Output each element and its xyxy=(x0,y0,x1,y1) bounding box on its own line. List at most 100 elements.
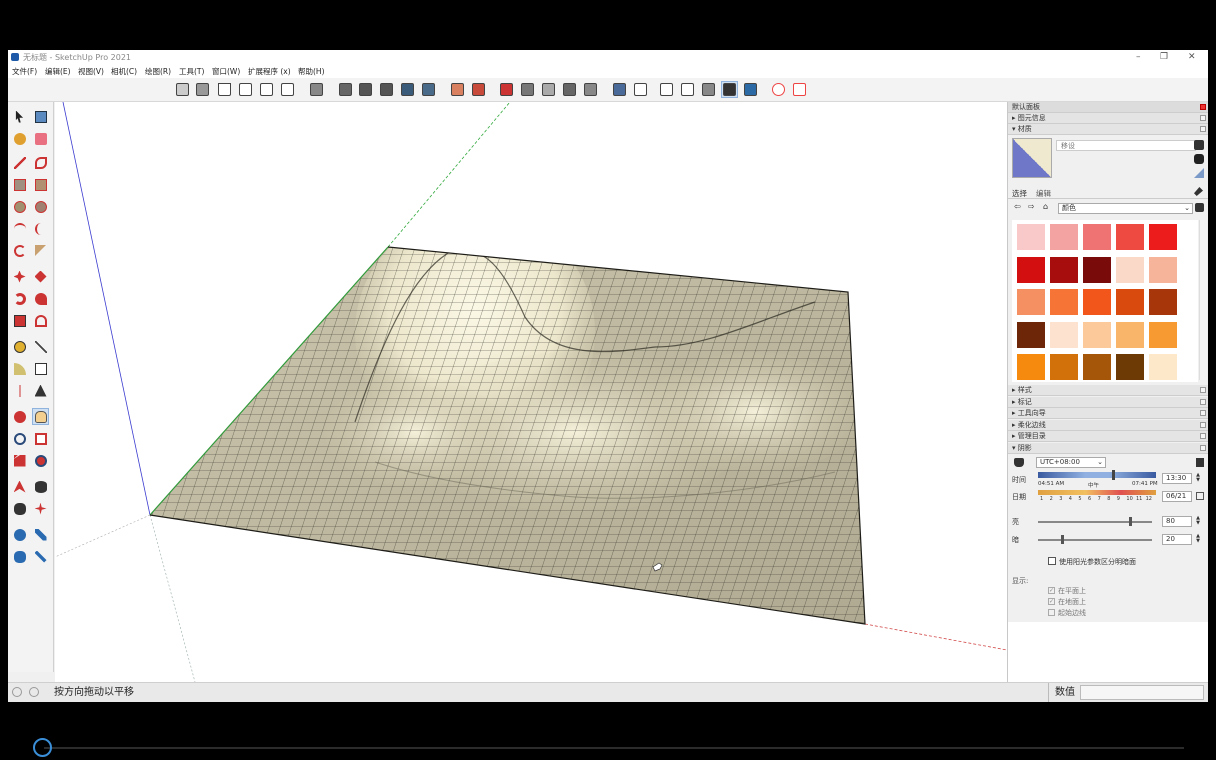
rotate-icon[interactable] xyxy=(11,290,28,307)
color-swatch[interactable] xyxy=(1016,320,1046,349)
previous-view-icon[interactable] xyxy=(32,452,49,469)
color-swatch[interactable] xyxy=(1115,353,1145,381)
color-swatch[interactable] xyxy=(1115,320,1145,349)
menu-camera[interactable]: 相机(C) xyxy=(111,65,137,78)
geo-location-icon[interactable] xyxy=(12,687,22,697)
video-progress-handle[interactable] xyxy=(33,738,52,757)
menu-draw[interactable]: 绘图(R) xyxy=(145,65,171,78)
position-camera-icon[interactable] xyxy=(11,478,28,495)
color-swatch[interactable] xyxy=(1049,223,1079,251)
section-close-icon[interactable] xyxy=(1200,398,1206,405)
menu-window[interactable]: 窗口(W) xyxy=(212,65,240,78)
close-button[interactable]: ✕ xyxy=(1188,50,1196,65)
zoom-icon[interactable] xyxy=(11,430,28,447)
section-plane-tool-icon[interactable] xyxy=(32,500,49,517)
menu-file[interactable]: 文件(F) xyxy=(12,65,37,78)
home-icon[interactable]: ⌂ xyxy=(1043,202,1048,211)
look-around-icon[interactable] xyxy=(32,478,49,495)
timezone-select[interactable]: UTC+08:00 ⌄ xyxy=(1036,457,1106,468)
on-faces-checkbox[interactable]: ✓ xyxy=(1048,587,1055,594)
rectangle-icon[interactable] xyxy=(11,176,28,193)
menu-extensions[interactable]: 扩展程序 (x) xyxy=(248,65,291,78)
solid-union-icon[interactable] xyxy=(658,81,675,98)
back-arrow-icon[interactable]: ⇦ xyxy=(1014,202,1021,211)
make-component-icon[interactable] xyxy=(32,108,49,125)
orbit-icon[interactable] xyxy=(11,408,28,425)
calendar-icon[interactable] xyxy=(1196,492,1204,500)
dark-field[interactable]: 20 xyxy=(1162,534,1192,545)
select-icon[interactable] xyxy=(11,108,28,125)
shaded-textures-icon[interactable] xyxy=(420,81,437,98)
pan-icon[interactable] xyxy=(32,408,49,425)
color-swatch[interactable] xyxy=(1016,353,1046,381)
menu-view[interactable]: 视图(V) xyxy=(78,65,104,78)
drape-icon[interactable] xyxy=(540,81,557,98)
color-swatch[interactable] xyxy=(1082,223,1112,251)
color-swatch[interactable] xyxy=(1148,353,1178,381)
section-header[interactable]: ▸ 管理目录 xyxy=(1008,431,1208,443)
three-point-arc-icon[interactable] xyxy=(11,242,28,259)
time-slider-handle[interactable] xyxy=(1112,470,1115,480)
text-icon[interactable] xyxy=(32,360,49,377)
3d-text-icon[interactable] xyxy=(32,382,49,399)
color-swatch[interactable] xyxy=(1082,255,1112,284)
line-icon[interactable] xyxy=(11,154,28,171)
section-header[interactable]: ▸ 样式 xyxy=(1008,385,1208,396)
solid-subtract-icon[interactable] xyxy=(679,81,696,98)
back-edges-icon[interactable] xyxy=(337,81,354,98)
shadows-close-icon[interactable] xyxy=(1200,445,1206,451)
offset-icon[interactable] xyxy=(32,312,49,329)
material-default-icon[interactable] xyxy=(1194,140,1204,150)
light-field[interactable]: 80 xyxy=(1162,516,1192,527)
create-material-icon[interactable] xyxy=(1194,154,1204,164)
pie-icon[interactable] xyxy=(32,242,49,259)
date-slider-track[interactable] xyxy=(1038,490,1156,495)
top-view-icon[interactable] xyxy=(194,81,211,98)
smoove-icon[interactable] xyxy=(498,81,515,98)
protractor-icon[interactable] xyxy=(11,360,28,377)
solid-tool-icon[interactable] xyxy=(32,548,49,565)
section-header[interactable]: ▸ 柔化边线 xyxy=(1008,419,1208,431)
time-slider-track[interactable] xyxy=(1038,472,1156,478)
menu-edit[interactable]: 编辑(E) xyxy=(45,65,71,78)
light-slider-handle[interactable] xyxy=(1129,517,1133,526)
scale-icon[interactable] xyxy=(11,312,28,329)
color-swatch[interactable] xyxy=(1049,353,1079,381)
section-header[interactable]: ▸ 标记 xyxy=(1008,396,1208,408)
sun-shading-checkbox[interactable] xyxy=(1048,557,1056,565)
from-edges-checkbox[interactable] xyxy=(1048,609,1055,616)
color-swatch[interactable] xyxy=(1016,288,1046,316)
intersect-tool-icon[interactable] xyxy=(32,526,49,543)
move-icon[interactable] xyxy=(11,268,28,285)
solid-tools-icon[interactable] xyxy=(742,81,759,98)
shaded-icon[interactable] xyxy=(399,81,416,98)
materials-close-icon[interactable] xyxy=(1200,126,1206,132)
restore-button[interactable]: ❐ xyxy=(1160,50,1168,65)
polygon-icon[interactable] xyxy=(32,198,49,215)
rotated-rectangle-icon[interactable] xyxy=(32,176,49,193)
color-swatch[interactable] xyxy=(1082,353,1112,381)
push-pull-icon[interactable] xyxy=(32,268,49,285)
stamp-icon[interactable] xyxy=(519,81,536,98)
front-view-icon[interactable] xyxy=(216,81,233,98)
section-close-icon[interactable] xyxy=(1200,387,1206,393)
color-swatch[interactable] xyxy=(1082,320,1112,349)
add-detail-icon[interactable] xyxy=(561,81,578,98)
shadow-toggle-icon[interactable] xyxy=(1014,458,1024,467)
dimension-icon[interactable] xyxy=(32,338,49,355)
wireframe-icon[interactable] xyxy=(357,81,374,98)
zoom-extents-icon[interactable] xyxy=(11,452,28,469)
minimize-button[interactable]: – xyxy=(1136,50,1141,65)
section-close-icon[interactable] xyxy=(1200,421,1206,428)
info-icon[interactable] xyxy=(29,687,39,697)
menu-help[interactable]: 帮助(H) xyxy=(298,65,325,78)
left-view-icon[interactable] xyxy=(279,81,296,98)
drawing-viewport[interactable] xyxy=(55,102,1007,682)
entity-info-header[interactable]: ▸ 图元信息 xyxy=(1008,113,1208,124)
flip-edge-icon[interactable] xyxy=(582,81,599,98)
dark-slider-track[interactable] xyxy=(1038,539,1152,541)
two-point-arc-icon[interactable] xyxy=(32,220,49,237)
video-progress-track[interactable] xyxy=(44,747,1184,749)
solid-trim-icon[interactable] xyxy=(700,81,717,98)
freehand-icon[interactable] xyxy=(32,154,49,171)
